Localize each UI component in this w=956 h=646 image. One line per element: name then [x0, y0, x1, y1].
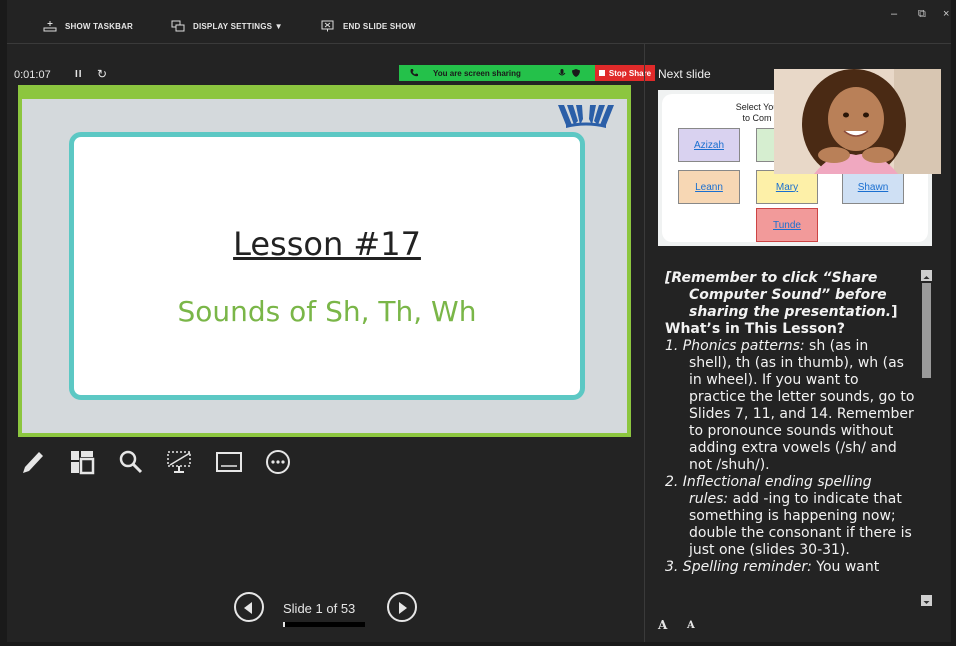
end-show-icon	[321, 20, 334, 32]
name-box-shawn: Shawn	[842, 170, 904, 204]
decrease-font-button[interactable]: A	[687, 620, 695, 631]
slide-progress-fill	[283, 622, 285, 627]
notes-item-3: 3. Spelling reminder: You want	[665, 559, 915, 576]
speaker-notes[interactable]: [Remember to click “Share Computer Sound…	[665, 270, 915, 602]
slide-subtitle: Sounds of Sh, Th, Wh	[177, 295, 477, 328]
pause-timer-button[interactable]: II	[75, 69, 83, 80]
notes-reminder-close: ]	[891, 304, 898, 320]
slide-counter[interactable]: Slide 1 of 53	[283, 601, 355, 616]
elapsed-timer: 0:01:07	[14, 69, 51, 81]
subtitles-icon[interactable]	[215, 449, 243, 475]
name-box-leann: Leann	[678, 170, 740, 204]
more-options-icon[interactable]	[264, 449, 292, 475]
increase-font-button[interactable]: A	[658, 618, 667, 632]
notes-heading: What’s in This Lesson?	[665, 321, 915, 338]
restore-button[interactable]: ⧉	[918, 8, 926, 21]
name-box-tunde: Tunde	[756, 208, 818, 242]
screen-sharing-banner: You are screen sharing	[399, 65, 595, 81]
toolbar-divider	[7, 43, 951, 44]
notes-item-3-text: You want	[811, 559, 880, 575]
minimize-button[interactable]: –	[891, 8, 897, 20]
phone-icon	[410, 69, 418, 77]
arrow-left-icon	[244, 602, 252, 614]
next-slide-label: Next slide	[658, 67, 711, 81]
notes-item-2: 2. Inflectional ending spelling rules: a…	[665, 474, 915, 559]
notes-item-1-text: sh (as in shell), th (as in thumb), wh (…	[689, 338, 915, 473]
taskbar-icon	[43, 21, 57, 32]
books-logo-icon	[558, 105, 614, 128]
name-box-azizah: Azizah	[678, 128, 740, 162]
notes-reminder-text: [Remember to click “Share Computer Sound…	[665, 270, 892, 320]
scroll-up-arrow-icon	[923, 276, 930, 279]
slide-progress-bar	[283, 622, 365, 627]
notes-scroll-down-button[interactable]	[921, 595, 932, 606]
show-taskbar-label: SHOW TASKBAR	[65, 21, 134, 31]
panel-divider	[644, 44, 645, 642]
notes-item-1-label: 1. Phonics patterns:	[665, 338, 805, 354]
reset-timer-button[interactable]: ↻	[97, 67, 107, 81]
notes-heading-text: What’s in This Lesson?	[665, 321, 846, 337]
arrow-right-icon	[399, 602, 407, 614]
end-slide-show-button[interactable]: END SLIDE SHOW	[321, 20, 416, 32]
notes-scroll-up-button[interactable]	[921, 270, 932, 281]
next-slide-button[interactable]	[387, 592, 417, 622]
slide-background: Lesson #17 Sounds of Sh, Th, Wh	[22, 99, 627, 433]
presenter-tools	[19, 449, 313, 475]
show-taskbar-button[interactable]: SHOW TASKBAR	[43, 20, 133, 32]
current-slide[interactable]: Lesson #17 Sounds of Sh, Th, Wh	[18, 85, 631, 437]
presenter-window: SHOW TASKBAR DISPLAY SETTINGS ▼ END SLID…	[7, 0, 951, 642]
participant-video[interactable]	[774, 69, 941, 174]
zoom-icon[interactable]	[117, 449, 145, 475]
participant-photo	[774, 69, 941, 174]
top-toolbar: SHOW TASKBAR DISPLAY SETTINGS ▼ END SLID…	[7, 0, 951, 44]
notes-item-3-label: 3. Spelling reminder:	[665, 559, 812, 575]
stop-share-button[interactable]: Stop Share	[595, 65, 655, 81]
stop-icon	[598, 70, 605, 76]
shield-icon	[571, 69, 580, 77]
pen-icon[interactable]	[19, 449, 47, 475]
notes-scrollbar-thumb[interactable]	[922, 283, 931, 378]
title-card: Lesson #17 Sounds of Sh, Th, Wh	[69, 132, 585, 400]
notes-reminder: [Remember to click “Share Computer Sound…	[665, 270, 915, 321]
display-settings-icon	[171, 20, 185, 32]
microphone-icon	[558, 69, 566, 76]
display-settings-button[interactable]: DISPLAY SETTINGS ▼	[171, 20, 283, 32]
close-button[interactable]: ×	[943, 8, 949, 20]
black-screen-icon[interactable]	[166, 449, 194, 475]
display-settings-label: DISPLAY SETTINGS ▼	[193, 21, 283, 31]
previous-slide-button[interactable]	[234, 592, 264, 622]
notes-item-1: 1. Phonics patterns: sh (as in shell), t…	[665, 338, 915, 474]
scroll-down-arrow-icon	[923, 601, 930, 604]
see-all-slides-icon[interactable]	[68, 449, 96, 475]
slide-title: Lesson #17	[233, 225, 421, 263]
screen-sharing-text: You are screen sharing	[433, 68, 521, 78]
name-box-mary: Mary	[756, 170, 818, 204]
end-slide-show-label: END SLIDE SHOW	[343, 21, 416, 31]
